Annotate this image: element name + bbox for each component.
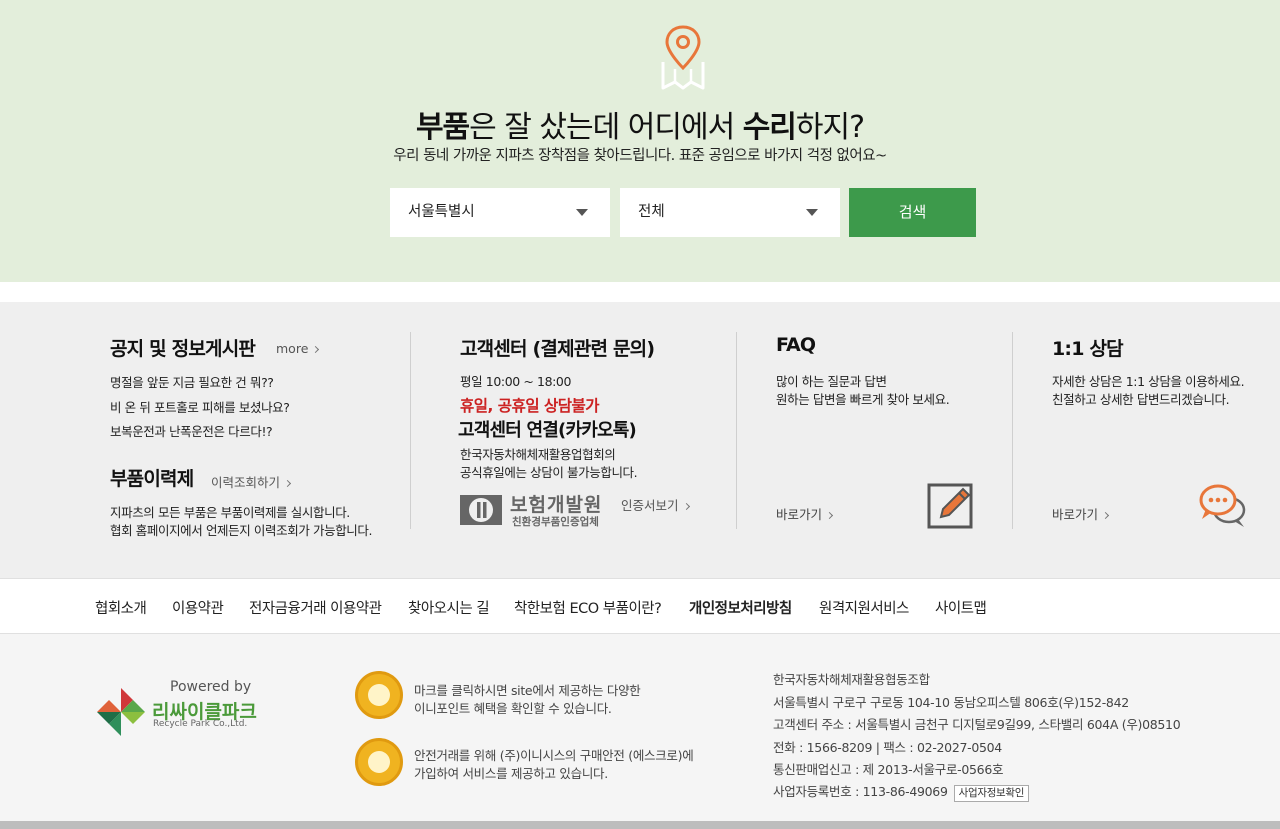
escrow-text: 안전거래를 위해 (주)이니시스의 구매안전 (에스크로)에 [414,748,694,763]
divider [1012,332,1013,529]
footer-link-terms[interactable]: 이용약관 [172,597,224,618]
cs-address: 고객센터 주소 : 서울특별시 금천구 디지털로9길99, 스타밸리 604A … [773,717,1181,732]
footer-link-eco-parts[interactable]: 착한보험 ECO 부품이란? [514,597,662,618]
bottom-bar [0,821,1280,829]
history-desc: 협회 홈페이지에서 언제든지 이력조회가 가능합니다. [110,523,373,538]
footer-link-remote-support[interactable]: 원격지원서비스 [819,597,909,618]
footer-link-efinance-terms[interactable]: 전자금융거래 이용약관 [249,597,382,618]
business-number: 사업자등록번호 : 113-86-49069 사업자정보확인 [773,781,1030,802]
notice-item[interactable]: 명절을 앞둔 지금 필요한 건 뭐?? [110,372,274,391]
notice-item[interactable]: 보복운전과 난폭운전은 다르다!? [110,421,273,440]
faq-title: FAQ [776,334,816,356]
footer-link-about[interactable]: 협회소개 [95,597,147,618]
history-desc: 지파츠의 모든 부품은 부품이력제를 실시합니다. [110,505,350,520]
inipoint-badge-icon[interactable] [355,671,403,719]
company-address: 서울특별시 구로구 구로동 104-10 동남오피스텔 806호(우)152-8… [773,695,1129,710]
footer-link-privacy[interactable]: 개인정보처리방침 [689,597,792,618]
footer-nav: 협회소개 이용약관 전자금융거래 이용약관 찾아오시는 길 착한보험 ECO 부… [0,578,1280,634]
qna-desc: 친절하고 상세한 답변드리겠습니다. [1052,392,1230,407]
qna-desc: 자세한 상담은 1:1 상담을 이용하세요. [1052,374,1245,389]
district-select[interactable]: 전체 [620,188,840,237]
kidi-logo-icon [460,495,502,525]
kakao-desc: 공식휴일에는 상담이 불가능합니다. [460,465,638,480]
chevron-down-icon [576,209,588,216]
escrow-badge-icon[interactable] [355,738,403,786]
cert-sub: 친환경부품인증업체 [512,516,599,528]
history-title: 부품이력제 [110,468,194,490]
cert-name: 보험개발원 [510,494,603,516]
powered-by-label: Powered by [170,679,252,695]
cert-link[interactable]: 인증서보기 [621,495,690,514]
brand-name-en: Recycle Park Co.,Ltd. [153,719,248,729]
hero-title: 부품은 잘 샀는데 어디에서 수리하지? [415,110,865,145]
divider [736,332,737,529]
footer-link-directions[interactable]: 찾아오시는 길 [408,597,490,618]
history-link[interactable]: 이력조회하기 [211,472,292,491]
faq-desc: 원하는 답변을 빠르게 찾아 보세요. [776,392,950,407]
faq-go-link[interactable]: 바로가기 [776,504,834,523]
recycle-park-logo-icon [97,688,145,736]
notice-more-link[interactable]: more [276,341,320,356]
customer-center-title: 고객센터 (결제관련 문의) [460,338,655,360]
chat-bubble-icon[interactable] [1198,481,1248,531]
chevron-right-icon [312,345,320,354]
escrow-text: 가입하여 서비스를 제공하고 있습니다. [414,766,608,781]
chevron-right-icon [283,479,292,488]
inipoint-text: 마크를 클릭하시면 site에서 제공하는 다양한 [414,683,641,698]
region-select[interactable]: 서울특별시 [390,188,610,237]
customer-hours: 평일 10:00 ~ 18:00 [460,374,572,389]
contact-phone: 전화 : 1566-8209 | 팩스 : 02-2027-0504 [773,740,1002,755]
footer-link-sitemap[interactable]: 사이트맵 [935,597,987,618]
inipoint-text: 이니포인트 혜택을 확인할 수 있습니다. [414,701,612,716]
divider [410,332,411,529]
kakao-desc: 한국자동차해체재활용업협회의 [460,447,616,462]
chevron-right-icon [1101,511,1110,520]
qna-title: 1:1 상담 [1052,338,1124,360]
notice-item[interactable]: 비 온 뒤 포트홀로 피해를 보셨나요? [110,397,290,416]
hero-subtitle: 우리 동네 가까운 지파츠 장착점을 찾아드립니다. 표준 공임으로 바가지 걱… [393,148,887,164]
pencil-icon[interactable] [927,481,975,529]
faq-desc: 많이 하는 질문과 답변 [776,374,887,389]
hero-section: 부품은 잘 샀는데 어디에서 수리하지? 우리 동네 가까운 지파츠 장착점을 … [0,0,1280,282]
company-name: 한국자동차해체재활용협동조합 [773,672,930,687]
search-button[interactable]: 검색 [849,188,976,237]
business-info-check-button[interactable]: 사업자정보확인 [953,785,1030,802]
notice-title: 공지 및 정보게시판 [110,338,256,360]
chevron-right-icon [825,511,834,520]
chevron-right-icon [682,502,690,511]
chevron-down-icon [806,209,818,216]
map-pin-icon [661,25,705,90]
customer-closed-notice: 휴일, 공휴일 상담불가 [460,397,600,415]
qna-go-link[interactable]: 바로가기 [1052,504,1110,523]
kakao-link[interactable]: 고객센터 연결(카카오톡) [458,416,637,442]
mail-order-number: 통신판매업신고 : 제 2013-서울구로-0566호 [773,762,1004,777]
